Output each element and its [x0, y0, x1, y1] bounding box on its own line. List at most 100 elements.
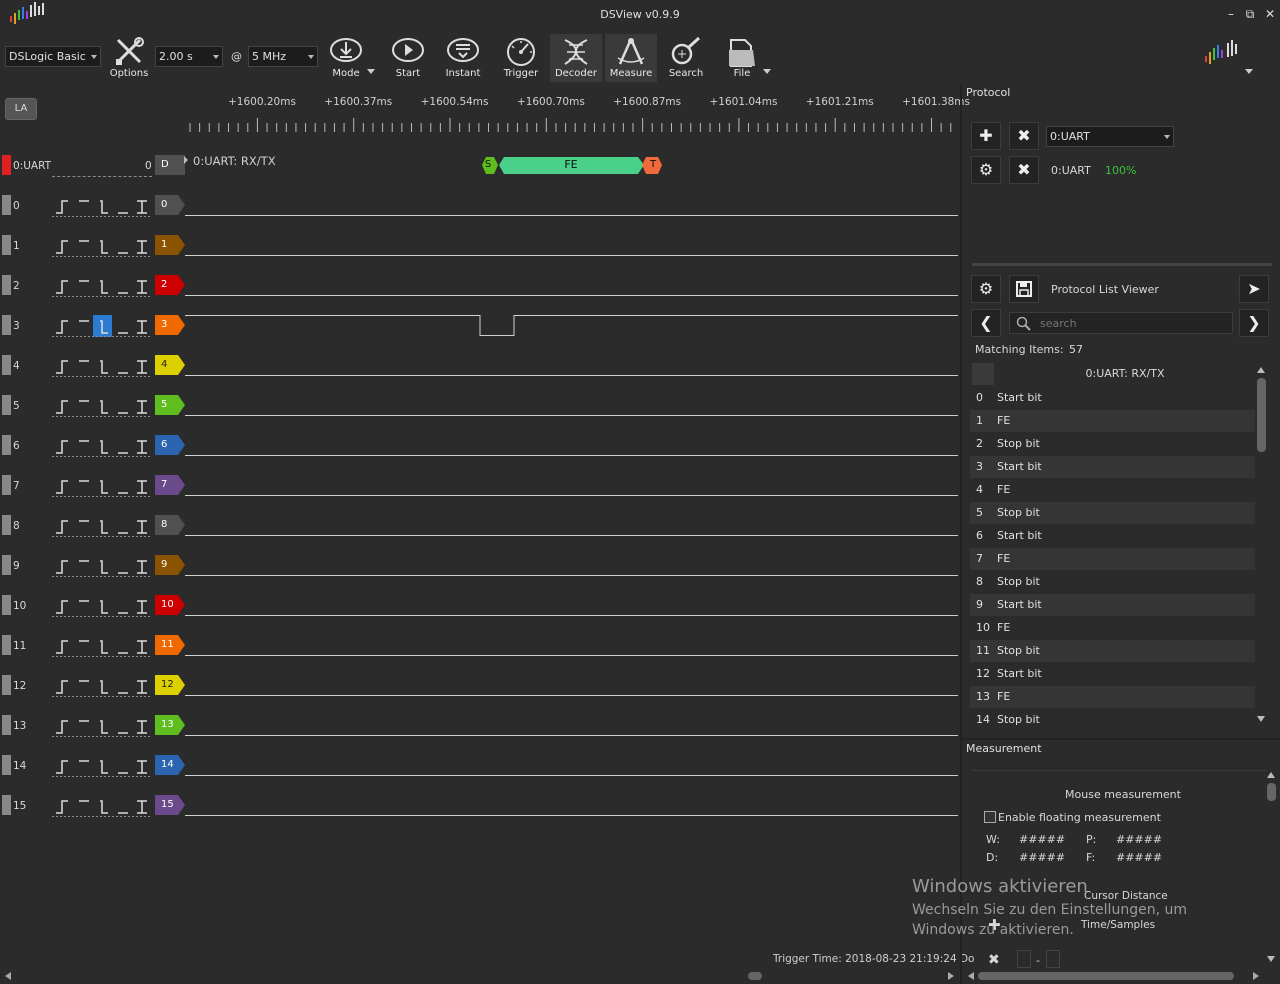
trigger-selectors[interactable]	[52, 715, 152, 737]
channel-color-marker[interactable]	[2, 235, 11, 255]
list-item[interactable]: 8 Stop bit	[970, 571, 1255, 593]
channel-waveform[interactable]	[185, 195, 958, 217]
channel-tag-shape[interactable]	[155, 275, 186, 295]
trigger-selectors[interactable]	[52, 795, 152, 817]
mode-dropdown-icon[interactable]	[367, 69, 375, 74]
save-list-button[interactable]	[1009, 275, 1039, 303]
enable-measurement-checkbox[interactable]	[984, 811, 996, 823]
cursor-start-select[interactable]	[1017, 950, 1031, 968]
search-button[interactable]: Search	[660, 34, 712, 82]
list-item[interactable]: 3 Start bit	[970, 456, 1255, 478]
trigger-selectors[interactable]	[52, 235, 152, 257]
panel-divider[interactable]	[960, 84, 962, 984]
list-column-header[interactable]: 0:UART: RX/TX	[994, 367, 1256, 380]
channel-color-marker[interactable]	[2, 595, 11, 615]
list-item[interactable]: 9 Start bit	[970, 594, 1255, 616]
delete-decoder-button[interactable]: ✖	[1009, 156, 1039, 184]
list-search-input[interactable]	[1040, 315, 1226, 331]
channel-tag-shape[interactable]	[155, 195, 186, 215]
channel-waveform[interactable]	[185, 435, 958, 457]
trigger-button[interactable]: Trigger	[495, 34, 547, 82]
channel-color-marker[interactable]	[2, 275, 11, 295]
channel-waveform[interactable]	[185, 235, 958, 257]
list-item[interactable]: 14 Stop bit	[970, 709, 1255, 731]
samplerate-select[interactable]: 5 MHz	[248, 46, 318, 67]
channel-color-marker[interactable]	[2, 355, 11, 375]
list-item[interactable]: 6 Start bit	[970, 525, 1255, 547]
channel-tag-shape[interactable]	[155, 315, 186, 335]
instant-button[interactable]: Instant	[437, 34, 489, 82]
decoder-settings-button[interactable]: ⚙	[971, 156, 1001, 184]
channel-waveform[interactable]	[185, 795, 958, 817]
measure-scroll-up-icon[interactable]	[1267, 772, 1275, 778]
channel-waveform[interactable]	[185, 315, 958, 337]
channel-color-marker[interactable]	[2, 315, 11, 335]
jump-button[interactable]: ➤	[1239, 275, 1269, 303]
file-button[interactable]: File	[716, 34, 768, 82]
channel-color-marker[interactable]	[2, 195, 11, 215]
list-item[interactable]: 4 FE	[970, 479, 1255, 501]
channel-color-marker[interactable]	[2, 795, 11, 815]
list-item[interactable]: 1 FE	[970, 410, 1255, 432]
scroll-left-icon[interactable]	[5, 972, 11, 980]
trigger-selectors[interactable]	[52, 315, 152, 337]
file-dropdown-icon[interactable]	[763, 69, 771, 74]
list-item[interactable]: 2 Stop bit	[970, 433, 1255, 455]
trigger-selectors[interactable]	[52, 595, 152, 617]
measure-button[interactable]: Measure	[605, 34, 657, 82]
channel-color-marker[interactable]	[2, 675, 11, 695]
channel-tag-shape[interactable]	[155, 355, 186, 375]
panel-splitter[interactable]	[972, 263, 1272, 266]
list-search-box[interactable]	[1009, 312, 1233, 334]
channel-color-marker[interactable]	[2, 555, 11, 575]
start-button[interactable]: Start	[382, 34, 434, 82]
device-select[interactable]: DSLogic Basic	[5, 46, 101, 67]
list-settings-button[interactable]: ⚙	[971, 275, 1001, 303]
channel-color-marker[interactable]	[2, 515, 11, 535]
scroll-right-icon[interactable]	[948, 972, 954, 980]
trigger-selectors[interactable]	[52, 275, 152, 297]
cursor-end-select[interactable]	[1046, 950, 1060, 968]
restore-button[interactable]: ⧉	[1242, 6, 1258, 22]
settings-dropdown-icon[interactable]	[1245, 69, 1253, 74]
channel-color-marker[interactable]	[2, 395, 11, 415]
list-item[interactable]: 0 Start bit	[970, 387, 1255, 409]
add-decoder-button[interactable]: ✚	[971, 122, 1001, 150]
minimize-button[interactable]: –	[1223, 6, 1239, 22]
channel-waveform[interactable]	[185, 635, 958, 657]
remove-decoder-button[interactable]: ✖	[1009, 122, 1039, 150]
duration-select[interactable]: 2.00 s	[155, 46, 223, 67]
list-item[interactable]: 10 FE	[970, 617, 1255, 639]
list-scroll-thumb[interactable]	[1257, 378, 1266, 452]
channel-waveform[interactable]	[185, 355, 958, 377]
channel-color-marker[interactable]	[2, 635, 11, 655]
channel-tag-shape[interactable]	[155, 435, 186, 455]
list-item[interactable]: 7 FE	[970, 548, 1255, 570]
trigger-selectors[interactable]	[52, 555, 152, 577]
search-prev-button[interactable]: ❮	[971, 309, 1001, 337]
trigger-selectors[interactable]	[52, 675, 152, 697]
trigger-selectors[interactable]	[52, 475, 152, 497]
la-mode-button[interactable]: LA	[5, 98, 37, 120]
expand-arrow-icon[interactable]	[184, 156, 188, 164]
channel-color-marker[interactable]	[2, 475, 11, 495]
protocol-select[interactable]: 0:UART	[1046, 126, 1174, 147]
list-item[interactable]: 12 Start bit	[970, 663, 1255, 685]
search-next-button[interactable]: ❯	[1239, 309, 1269, 337]
trigger-selectors[interactable]	[52, 435, 152, 457]
close-button[interactable]: ✕	[1262, 6, 1278, 22]
trigger-selectors[interactable]	[52, 635, 152, 657]
measure-h-thumb[interactable]	[978, 972, 1234, 980]
measure-h-scrollbar[interactable]	[966, 970, 1262, 982]
channel-waveform[interactable]	[185, 555, 958, 577]
channel-tag-shape[interactable]	[155, 555, 186, 575]
channel-color-marker[interactable]	[2, 435, 11, 455]
list-item[interactable]: 13 FE	[970, 686, 1255, 708]
channel-waveform[interactable]	[185, 755, 958, 777]
scroll-thumb[interactable]	[748, 972, 762, 980]
channel-waveform[interactable]	[185, 595, 958, 617]
scroll-left-icon[interactable]	[968, 972, 974, 980]
measure-scroll-down-icon[interactable]	[1267, 956, 1275, 962]
trigger-selectors[interactable]	[52, 395, 152, 417]
channel-waveform[interactable]	[185, 715, 958, 737]
